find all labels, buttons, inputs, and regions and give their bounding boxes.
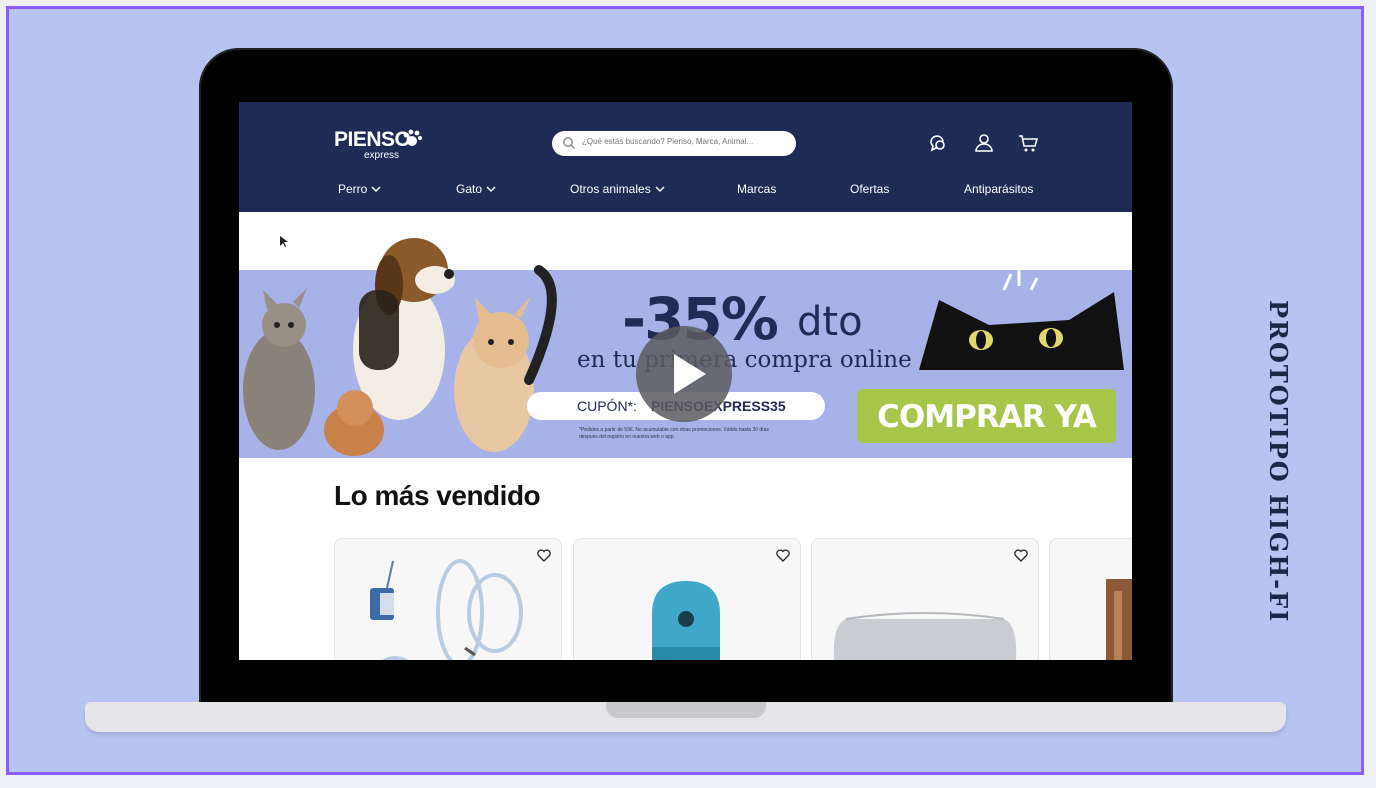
play-button[interactable] [636, 326, 732, 422]
search-icon [563, 137, 575, 149]
nav-label: Ofertas [850, 182, 890, 196]
nav-item-marcas[interactable]: Marcas [737, 182, 776, 196]
nav-label: Otros animales [570, 182, 651, 196]
promo-fineprint: *Pedidos a partir de 59€. No acumulable … [579, 427, 769, 440]
coupon-label: CUPÓN*: [577, 398, 637, 414]
pets-illustration [243, 238, 557, 456]
site-header: PIENSO express ¿Qué estás buscando? Pien… [239, 102, 1132, 212]
chevron-down-icon [371, 186, 381, 193]
chevron-down-icon [486, 186, 496, 193]
website-screen: PIENSO express ¿Qué estás buscando? Pien… [239, 102, 1132, 660]
side-title: PROTOTIPO HIGH-FI [1264, 300, 1293, 624]
laptop-notch [606, 702, 766, 718]
nav-item-otros-animales[interactable]: Otros animales [570, 182, 665, 196]
best-sellers-title: Lo más vendido [334, 480, 541, 511]
product-card[interactable] [811, 538, 1039, 660]
dispenser-product-image [652, 581, 720, 660]
promo-headline-suffix: dto [797, 299, 863, 345]
nav-item-perro[interactable]: Perro [338, 182, 381, 196]
chat-icon[interactable] [927, 132, 949, 154]
logo-sub: express [364, 150, 400, 161]
buy-now-label: COMPRAR YA [877, 399, 1097, 435]
search-input[interactable] [582, 137, 787, 146]
product-card[interactable] [1049, 538, 1132, 660]
nav-label: Marcas [737, 182, 777, 196]
nav-label: Gato [456, 182, 483, 196]
logo-main: PIENSO [334, 128, 411, 151]
user-icon[interactable] [973, 132, 995, 154]
product-card[interactable] [573, 538, 801, 660]
paw-icon [403, 129, 422, 146]
site-logo[interactable]: PIENSO express [334, 128, 422, 161]
cart-icon[interactable] [1017, 132, 1039, 154]
pet-bed-product-image [833, 612, 1017, 660]
nav-label: Antiparásitos [964, 182, 1034, 196]
promo-subline: en tu primera compra online [577, 347, 912, 373]
buy-now-button[interactable]: COMPRAR YA [857, 389, 1116, 443]
nav-label: Perro [338, 182, 368, 196]
product-card[interactable] [334, 538, 562, 660]
nav-item-gato[interactable]: Gato [456, 182, 496, 196]
black-cat-illustration [919, 270, 1124, 370]
search-bar[interactable] [552, 131, 796, 156]
nav-item-antiparasitos[interactable]: Antiparásitos [964, 182, 1033, 196]
nav-item-ofertas[interactable]: Ofertas [850, 182, 889, 196]
play-icon [674, 354, 706, 394]
crate-product-image [1106, 579, 1132, 660]
leash-product-image [370, 559, 523, 660]
chevron-down-icon [655, 186, 665, 193]
